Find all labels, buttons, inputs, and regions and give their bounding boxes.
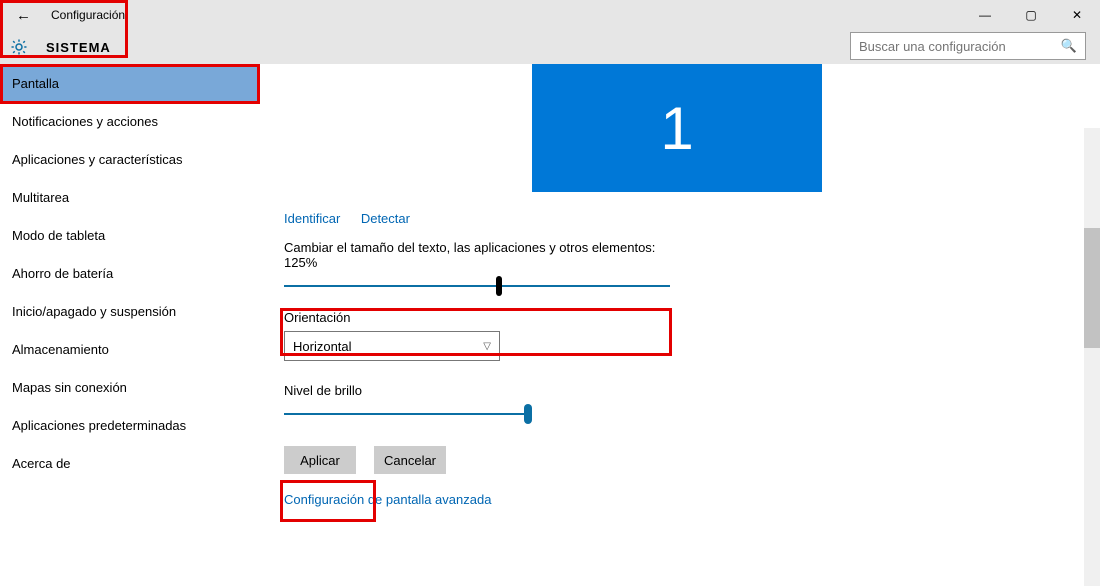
body: Pantalla Notificaciones y acciones Aplic… bbox=[0, 64, 1100, 586]
search-input[interactable] bbox=[859, 39, 1061, 54]
brightness-label: Nivel de brillo bbox=[284, 383, 1100, 398]
sidebar-item-notificaciones[interactable]: Notificaciones y acciones bbox=[0, 102, 260, 140]
search-icon: 🔍 bbox=[1061, 38, 1077, 54]
maximize-button[interactable]: ▢ bbox=[1008, 0, 1054, 30]
sidebar-item-label: Multitarea bbox=[12, 190, 69, 205]
sidebar-item-pantalla[interactable]: Pantalla bbox=[0, 64, 260, 102]
orientation-selected: Horizontal bbox=[293, 339, 352, 354]
monitor-number: 1 bbox=[660, 94, 693, 163]
vertical-scrollbar[interactable] bbox=[1084, 128, 1100, 586]
header-bar: SISTEMA 🔍 bbox=[0, 30, 1100, 64]
button-row: Aplicar Cancelar bbox=[284, 446, 1100, 474]
window-title: Configuración bbox=[51, 8, 125, 22]
sidebar-item-label: Almacenamiento bbox=[12, 342, 109, 357]
sidebar-item-label: Acerca de bbox=[12, 456, 71, 471]
sidebar-item-almacenamiento[interactable]: Almacenamiento bbox=[0, 330, 260, 368]
identify-link[interactable]: Identificar bbox=[284, 211, 340, 226]
sidebar-item-mapas[interactable]: Mapas sin conexión bbox=[0, 368, 260, 406]
sidebar-item-label: Mapas sin conexión bbox=[12, 380, 127, 395]
sidebar-item-label: Inicio/apagado y suspensión bbox=[12, 304, 176, 319]
sidebar-item-label: Pantalla bbox=[12, 76, 59, 91]
sidebar-item-ahorro-bateria[interactable]: Ahorro de batería bbox=[0, 254, 260, 292]
sidebar-item-aplicaciones-caracteristicas[interactable]: Aplicaciones y características bbox=[0, 140, 260, 178]
scrollbar-thumb[interactable] bbox=[1084, 228, 1100, 348]
monitor-tile[interactable]: 1 bbox=[532, 64, 822, 192]
scale-slider[interactable] bbox=[284, 276, 670, 296]
sidebar-item-inicio-apagado[interactable]: Inicio/apagado y suspensión bbox=[0, 292, 260, 330]
system-heading: SISTEMA bbox=[46, 40, 111, 55]
brightness-slider-thumb[interactable] bbox=[524, 404, 532, 424]
sidebar-item-acerca-de[interactable]: Acerca de bbox=[0, 444, 260, 482]
detect-link[interactable]: Detectar bbox=[361, 211, 410, 226]
monitor-preview-area: 1 bbox=[284, 64, 1070, 192]
orientation-label: Orientación bbox=[284, 310, 1100, 325]
advanced-display-link[interactable]: Configuración de pantalla avanzada bbox=[284, 492, 491, 507]
display-links-row: Identificar Detectar bbox=[284, 210, 1100, 228]
titlebar: ← Configuración — ▢ ✕ bbox=[0, 0, 1100, 30]
sidebar-item-label: Modo de tableta bbox=[12, 228, 105, 243]
sidebar-item-modo-tableta[interactable]: Modo de tableta bbox=[0, 216, 260, 254]
sidebar-item-multitarea[interactable]: Multitarea bbox=[0, 178, 260, 216]
cancel-button[interactable]: Cancelar bbox=[374, 446, 446, 474]
sidebar-item-label: Ahorro de batería bbox=[12, 266, 113, 281]
minimize-button[interactable]: — bbox=[962, 0, 1008, 30]
gear-icon bbox=[10, 38, 28, 56]
sidebar: Pantalla Notificaciones y acciones Aplic… bbox=[0, 64, 260, 586]
scale-label: Cambiar el tamaño del texto, las aplicac… bbox=[284, 240, 670, 270]
brightness-slider[interactable] bbox=[284, 404, 530, 424]
sidebar-item-aplicaciones-predeterminadas[interactable]: Aplicaciones predeterminadas bbox=[0, 406, 260, 444]
sidebar-item-label: Notificaciones y acciones bbox=[12, 114, 158, 129]
search-box[interactable]: 🔍 bbox=[850, 32, 1086, 60]
apply-button[interactable]: Aplicar bbox=[284, 446, 356, 474]
scale-section: Cambiar el tamaño del texto, las aplicac… bbox=[284, 240, 670, 296]
window-controls: — ▢ ✕ bbox=[962, 0, 1100, 30]
scale-slider-thumb[interactable] bbox=[496, 276, 502, 296]
sidebar-item-label: Aplicaciones predeterminadas bbox=[12, 418, 186, 433]
close-button[interactable]: ✕ bbox=[1054, 0, 1100, 30]
chevron-down-icon: ▽ bbox=[483, 341, 491, 352]
sidebar-item-label: Aplicaciones y características bbox=[12, 152, 183, 167]
back-arrow-icon[interactable]: ← bbox=[10, 7, 37, 24]
content-area: 1 Identificar Detectar Cambiar el tamaño… bbox=[260, 64, 1100, 586]
orientation-dropdown[interactable]: Horizontal ▽ bbox=[284, 331, 500, 361]
